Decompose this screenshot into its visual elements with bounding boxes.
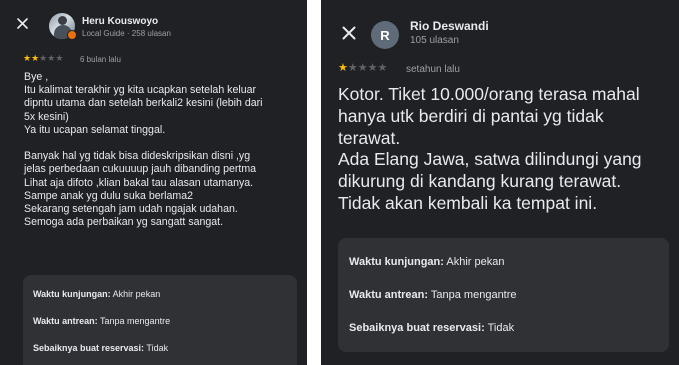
- star-icon: ★: [367, 62, 378, 74]
- review-line: Sekarang setengah jam udah ngajak udahan…: [24, 203, 238, 216]
- detail-label: Waktu kunjungan:: [349, 256, 444, 268]
- star-icon: ★: [31, 53, 40, 63]
- detail-value: Akhir pekan: [110, 289, 161, 299]
- detail-row: Waktu antrean: Tanpa mengantre: [349, 289, 517, 301]
- review-time: setahun lalu: [406, 64, 460, 75]
- detail-row: Sebaiknya buat reservasi: Tidak: [349, 322, 514, 334]
- star-rating: ★ ★ ★ ★ ★: [23, 54, 63, 63]
- detail-label: Sebaiknya buat reservasi:: [349, 322, 485, 334]
- star-icon: ★: [377, 62, 388, 74]
- review-line: Itu kalimat terakhir yg kita ucapkan set…: [24, 84, 257, 97]
- review-line: terawat.: [338, 127, 401, 148]
- review-line: dikurung di kandang kurang terawat.: [338, 171, 622, 192]
- detail-label: Waktu antrean:: [33, 316, 98, 326]
- detail-label: Sebaiknya buat reservasi:: [33, 343, 145, 353]
- review-line: Ya itu ucapan selamat tinggal.: [24, 123, 166, 136]
- detail-value: Tidak: [484, 322, 515, 334]
- close-icon[interactable]: [17, 18, 28, 29]
- reviewer-name[interactable]: Rio Deswandi: [410, 19, 489, 33]
- detail-value: Akhir pekan: [443, 256, 505, 268]
- visit-details-card: Waktu kunjungan: Akhir pekan Waktu antrea…: [23, 275, 297, 365]
- close-icon[interactable]: [342, 26, 356, 40]
- review-line: Banyak hal yg tidak bisa dideskripsikan …: [24, 150, 251, 163]
- star-icon: ★: [347, 62, 358, 74]
- detail-row: Sebaiknya buat reservasi: Tidak: [33, 343, 168, 353]
- detail-row: Waktu antrean: Tanpa mengantre: [33, 316, 170, 326]
- review-panel-right: R Rio Deswandi 105 ulasan ★ ★ ★ ★ ★ setahun …: [321, 0, 679, 365]
- star-icon: ★: [47, 53, 56, 63]
- review-line: jelas perbedaan cukuuuup jauh dibanding …: [24, 163, 257, 176]
- star-icon: ★: [55, 53, 64, 63]
- detail-value: Tidak: [144, 343, 169, 353]
- detail-label: Waktu kunjungan:: [33, 289, 111, 299]
- review-line: Tidak akan kembali ka tempat ini.: [338, 192, 598, 213]
- review-time: 6 bulan lalu: [80, 55, 121, 64]
- review-line: Semoga ada perbaikan yg sangatt sangat.: [24, 216, 224, 229]
- star-icon: ★: [39, 53, 48, 63]
- review-line: Bye ,: [24, 71, 49, 83]
- review-line: 5x kesini): [24, 110, 69, 123]
- review-line: Lihat aja difoto ,klian bakal tau alasan…: [24, 176, 254, 189]
- review-text: Bye , Itu kalimat terakhir yg kita ucapka…: [24, 71, 263, 229]
- avatar[interactable]: R: [371, 21, 399, 49]
- detail-value: Tanpa mengantre: [97, 316, 171, 326]
- detail-row: Waktu kunjungan: Akhir pekan: [33, 289, 160, 299]
- detail-label: Waktu antrean:: [349, 289, 429, 301]
- review-line: Kotor. Tiket 10.000/orang terasa mahal: [338, 84, 640, 104]
- detail-row: Waktu kunjungan: Akhir pekan: [349, 256, 504, 268]
- review-panel-left: Heru Kouswoyo Local Guide · 258 ulasan ★…: [0, 0, 307, 365]
- visit-details-card: Waktu kunjungan: Akhir pekan Waktu antrea…: [338, 238, 669, 352]
- reviewer-meta: 105 ulasan: [410, 35, 459, 46]
- reviewer-name[interactable]: Heru Kouswoyo: [82, 16, 158, 27]
- review-line: dipntu utama dan setelah berkali2 kesini…: [24, 97, 263, 110]
- reviewer-meta: Local Guide · 258 ulasan: [82, 29, 171, 38]
- detail-value: Tanpa mengantre: [428, 289, 517, 301]
- local-guide-badge-icon: [67, 30, 77, 40]
- review-text: Kotor. Tiket 10.000/orang terasa mahal ha…: [338, 84, 642, 215]
- review-line: Sampe anak yg dulu suka berlama2: [24, 189, 194, 202]
- review-line: Ada Elang Jawa, satwa dilindungi yang: [338, 149, 642, 170]
- star-icon: ★: [23, 53, 32, 63]
- star-icon: ★: [357, 62, 368, 74]
- star-icon: ★: [338, 62, 348, 74]
- review-line: [24, 137, 263, 150]
- star-rating: ★ ★ ★ ★ ★: [338, 63, 387, 74]
- review-line: hanya utk berdiri di pantai yg tidak: [338, 105, 604, 126]
